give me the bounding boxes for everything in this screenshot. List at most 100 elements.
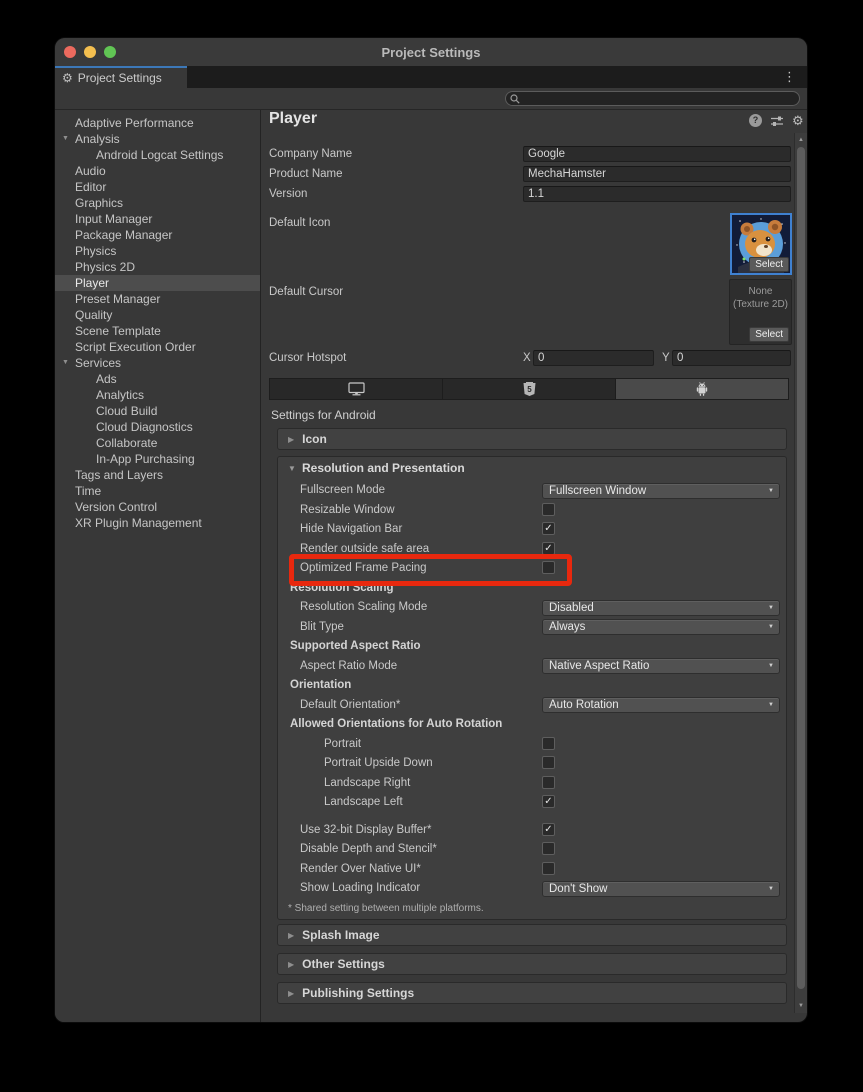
settings-for-label: Settings for Android: [271, 408, 376, 422]
sidebar-item-analytics[interactable]: Analytics: [55, 387, 260, 403]
sidebar-item-time[interactable]: Time: [55, 483, 260, 499]
sidebar-item-services[interactable]: ▼Services: [55, 355, 260, 371]
sidebar-item-label: Editor: [55, 179, 260, 195]
vertical-scrollbar[interactable]: ▲ ▼: [794, 133, 807, 1013]
default-cursor-field[interactable]: None (Texture 2D) Select: [729, 279, 792, 345]
hotspot-x-label: X: [523, 352, 531, 364]
checkbox-resizable-window[interactable]: [542, 503, 555, 516]
cursor-select-button[interactable]: Select: [749, 327, 789, 342]
dropdown-value: Don't Show: [549, 883, 607, 896]
checkbox-portrait[interactable]: [542, 737, 555, 750]
checkbox-landscape-right[interactable]: [542, 776, 555, 789]
foldout-splash-image[interactable]: ▶ Splash Image: [277, 924, 787, 946]
dropdown-value: Auto Rotation: [549, 699, 619, 712]
foldout-icon[interactable]: ▶ Icon: [277, 428, 787, 450]
foldout-other-settings[interactable]: ▶ Other Settings: [277, 953, 787, 975]
setting-row-render-outside-safe-area: Render outside safe area✓: [278, 540, 786, 560]
setting-row-fullscreen-mode: Fullscreen ModeFullscreen Window▼: [278, 481, 786, 501]
kebab-menu-icon[interactable]: ⋮: [783, 69, 796, 85]
scroll-up-icon[interactable]: ▲: [795, 135, 807, 145]
dropdown-value: Fullscreen Window: [549, 485, 646, 498]
resolution-presentation-header[interactable]: ▼ Resolution and Presentation: [278, 457, 786, 481]
checkbox-optimized-frame-pacing[interactable]: [542, 561, 555, 574]
sidebar-item-cloud-build[interactable]: Cloud Build: [55, 403, 260, 419]
close-button[interactable]: [64, 46, 76, 58]
sidebar-item-version-control[interactable]: Version Control: [55, 499, 260, 515]
dropdown-aspect-ratio-mode[interactable]: Native Aspect Ratio▼: [542, 658, 780, 674]
setting-row-show-loading-indicator: Show Loading Indicator Don't Show ▼: [278, 879, 786, 899]
setting-label-default-orientation: Default Orientation*: [300, 699, 400, 711]
settings-rows: Fullscreen ModeFullscreen Window▼Resizab…: [278, 481, 786, 914]
search-input[interactable]: [523, 93, 795, 105]
dropdown-resolution-scaling-mode[interactable]: Disabled▼: [542, 600, 780, 616]
dropdown-default-orientation[interactable]: Auto Rotation▼: [542, 697, 780, 713]
setting-label-render-over-native-ui: Render Over Native UI*: [300, 863, 421, 875]
help-icon[interactable]: ?: [749, 114, 762, 127]
setting-row-resizable-window: Resizable Window: [278, 501, 786, 521]
checkbox-disable-depth-and-stencil[interactable]: [542, 842, 555, 855]
checkbox-landscape-left[interactable]: ✓: [542, 795, 555, 808]
setting-label-portrait: Portrait: [324, 738, 361, 750]
platform-tab-android[interactable]: [616, 379, 788, 399]
sidebar-item-cloud-diagnostics[interactable]: Cloud Diagnostics: [55, 419, 260, 435]
dropdown-show-loading-indicator[interactable]: Don't Show ▼: [542, 881, 780, 897]
product-name-label: Product Name: [269, 168, 343, 180]
product-name-input[interactable]: [523, 166, 791, 182]
hotspot-x-input[interactable]: [533, 350, 654, 366]
tab-project-settings[interactable]: ⚙ Project Settings: [55, 66, 187, 88]
dropdown-fullscreen-mode[interactable]: Fullscreen Window▼: [542, 483, 780, 499]
company-name-input[interactable]: [523, 146, 791, 162]
sidebar-item-preset-manager[interactable]: Preset Manager: [55, 291, 260, 307]
zoom-button[interactable]: [104, 46, 116, 58]
checkbox-render-outside-safe-area[interactable]: ✓: [542, 542, 555, 555]
sidebar-item-adaptive-performance[interactable]: Adaptive Performance: [55, 115, 260, 131]
foldout-publishing-settings[interactable]: ▶ Publishing Settings: [277, 982, 787, 1004]
setting-label-show-loading-indicator: Show Loading Indicator: [300, 882, 420, 894]
setting-row-hide-navigation-bar: Hide Navigation Bar✓: [278, 520, 786, 540]
version-input[interactable]: [523, 186, 791, 202]
minimize-button[interactable]: [84, 46, 96, 58]
chevron-down-icon: ▼: [768, 886, 774, 892]
icon-select-button[interactable]: Select: [749, 257, 789, 272]
platform-tab-webgl[interactable]: 5: [443, 379, 616, 399]
expander-icon[interactable]: ▼: [62, 131, 69, 147]
checkbox-hide-navigation-bar[interactable]: ✓: [542, 522, 555, 535]
sidebar-item-xr-plugin-management[interactable]: XR Plugin Management: [55, 515, 260, 531]
sidebar-item-physics[interactable]: Physics: [55, 243, 260, 259]
sidebar-item-editor[interactable]: Editor: [55, 179, 260, 195]
sidebar-item-physics-2d[interactable]: Physics 2D: [55, 259, 260, 275]
svg-text:5: 5: [527, 385, 532, 394]
sidebar-item-in-app-purchasing[interactable]: In-App Purchasing: [55, 451, 260, 467]
sidebar-item-audio[interactable]: Audio: [55, 163, 260, 179]
sidebar-item-analysis[interactable]: ▼Analysis: [55, 131, 260, 147]
platform-tab-standalone[interactable]: [270, 379, 443, 399]
sidebar-item-scene-template[interactable]: Scene Template: [55, 323, 260, 339]
dropdown-blit-type[interactable]: Always▼: [542, 619, 780, 635]
sidebar-item-player[interactable]: Player: [55, 275, 260, 291]
foldout-collapsed-icon: ▶: [288, 960, 294, 969]
search-box[interactable]: [505, 91, 800, 106]
title-bar: Project Settings: [55, 38, 807, 66]
checkbox-portrait-upside-down[interactable]: [542, 756, 555, 769]
sidebar-item-input-manager[interactable]: Input Manager: [55, 211, 260, 227]
checkbox-render-over-native-ui[interactable]: [542, 862, 555, 875]
presets-icon[interactable]: [770, 115, 784, 127]
sidebar-item-tags-and-layers[interactable]: Tags and Layers: [55, 467, 260, 483]
checkbox-use-32-bit-display-buffer[interactable]: ✓: [542, 823, 555, 836]
settings-gear-icon[interactable]: ⚙: [792, 114, 804, 127]
cursor-hotspot-label: Cursor Hotspot: [269, 352, 346, 364]
sidebar-item-android-logcat-settings[interactable]: Android Logcat Settings: [55, 147, 260, 163]
hotspot-y-input[interactable]: [672, 350, 791, 366]
sidebar-item-collaborate[interactable]: Collaborate: [55, 435, 260, 451]
default-icon-thumbnail[interactable]: Select: [730, 213, 792, 275]
sidebar-item-label: Physics 2D: [55, 259, 260, 275]
sidebar-item-package-manager[interactable]: Package Manager: [55, 227, 260, 243]
scroll-down-icon[interactable]: ▼: [795, 1001, 807, 1011]
dropdown-value: Native Aspect Ratio: [549, 660, 649, 673]
sidebar-item-quality[interactable]: Quality: [55, 307, 260, 323]
sidebar-item-ads[interactable]: Ads: [55, 371, 260, 387]
sidebar-item-script-execution-order[interactable]: Script Execution Order: [55, 339, 260, 355]
expander-icon[interactable]: ▼: [62, 355, 69, 371]
scrollbar-thumb[interactable]: [797, 147, 805, 989]
sidebar-item-graphics[interactable]: Graphics: [55, 195, 260, 211]
